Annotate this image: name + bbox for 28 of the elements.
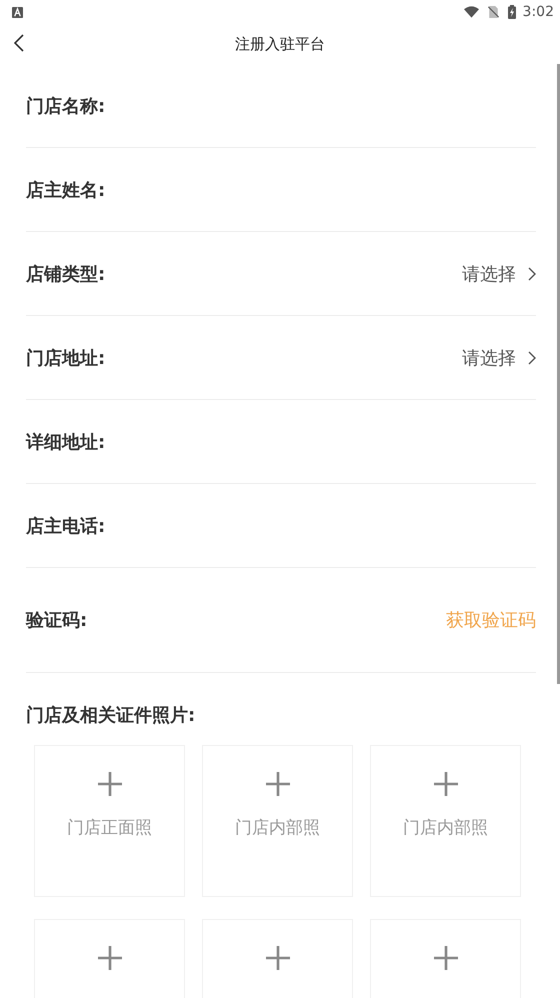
plus-icon (434, 772, 458, 796)
select-field[interactable]: 请选择 (462, 262, 536, 286)
no-sim-icon (486, 6, 501, 18)
chevron-right-icon (528, 266, 536, 280)
field-label: 验证码: (26, 609, 88, 632)
field-label: 店主姓名: (26, 178, 106, 202)
status-time: 3:02 (522, 4, 554, 20)
field-label: 店铺类型: (26, 262, 106, 286)
page-title: 注册入驻平台 (235, 34, 325, 54)
get-code-link[interactable]: 获取验证码 (446, 608, 536, 632)
plus-icon (98, 946, 122, 970)
plus-icon (98, 772, 122, 796)
field-label: 门店名称: (26, 94, 106, 118)
section-title: 门店及相关证件照片: (25, 704, 196, 728)
wifi-icon (464, 6, 479, 18)
select-field[interactable]: 请选择 (462, 346, 536, 370)
plus-icon (434, 946, 458, 970)
field-label: 详细地址: (26, 430, 106, 454)
photo-upload-tile[interactable]: 门店内部照 (370, 745, 521, 897)
notification-icon (12, 6, 23, 18)
field-label: 店主电话: (26, 514, 106, 538)
photo-upload-tile[interactable]: 门店正面照 (34, 745, 185, 897)
battery-icon (508, 5, 516, 19)
field-label: 门店地址: (26, 346, 106, 370)
plus-icon (266, 772, 290, 796)
chevron-right-icon (528, 350, 536, 364)
plus-icon (266, 946, 290, 970)
photo-upload-tile[interactable]: 门店内部照 (202, 745, 353, 897)
